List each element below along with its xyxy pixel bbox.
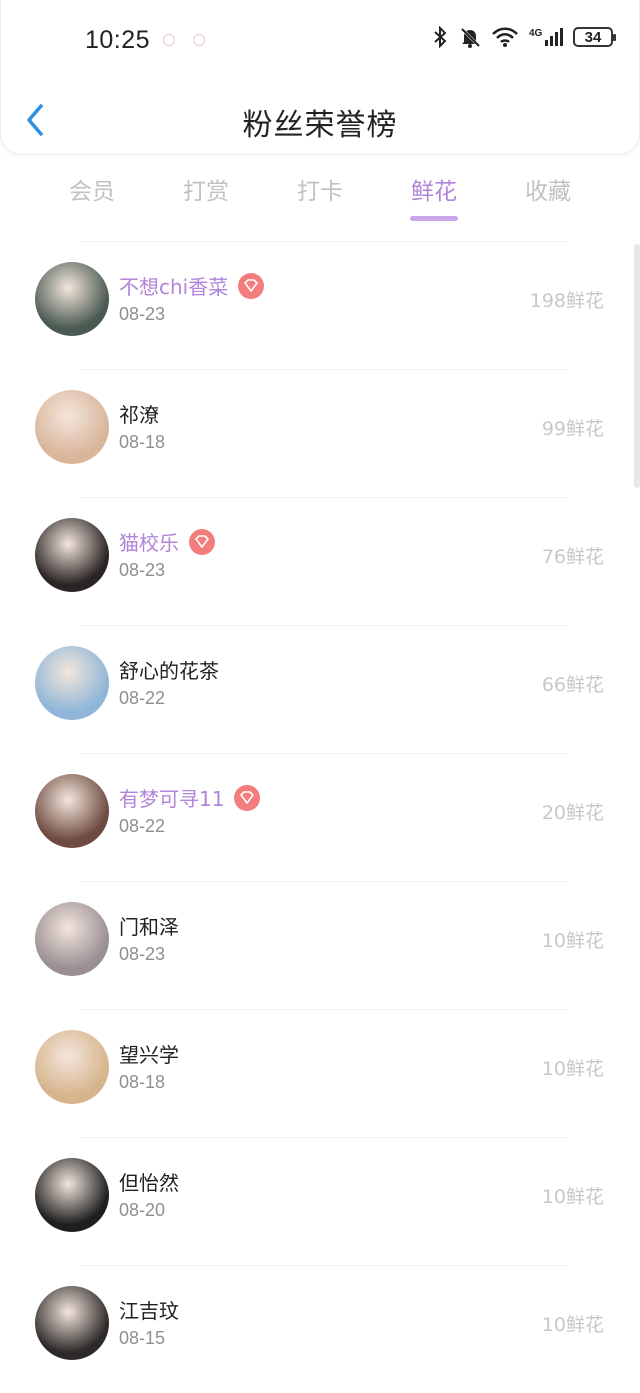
user-name: 江吉玟 [119, 1299, 179, 1323]
flower-count: 99鲜花 [541, 418, 604, 440]
avatar[interactable] [35, 518, 109, 592]
row-divider [80, 241, 568, 242]
list-item[interactable]: 江吉玟 08-15 10鲜花 [0, 1265, 640, 1393]
4g-signal-icon: 4G [529, 28, 563, 46]
row-divider [80, 1009, 568, 1010]
tab-checkin[interactable]: 打卡 [263, 172, 377, 206]
list-item[interactable]: 舒心的花茶 08-22 66鲜花 [0, 625, 640, 753]
user-name: 不想chi香菜 [119, 275, 229, 299]
date: 08-18 [119, 432, 166, 452]
svg-text:4G: 4G [529, 28, 543, 39]
row-divider [80, 1137, 568, 1138]
fan-ranking-list: 不想chi香菜 08-23 198鲜花 祁潦 08-18 99鲜花 猫校乐 08… [0, 241, 640, 1393]
notification-icon [193, 34, 205, 46]
flower-count: 20鲜花 [541, 802, 604, 824]
flower-count: 66鲜花 [541, 674, 604, 696]
battery-icon: 34 [573, 27, 616, 47]
avatar[interactable] [35, 1158, 109, 1232]
flower-count: 10鲜花 [541, 1314, 604, 1336]
avatar[interactable] [35, 646, 109, 720]
bluetooth-icon [434, 26, 447, 48]
tab-flowers-label: 鲜花 [411, 179, 457, 205]
user-name: 门和泽 [119, 915, 179, 939]
page-title: 粉丝荣誉榜 [242, 108, 398, 143]
flower-count: 10鲜花 [541, 930, 604, 952]
avatar[interactable] [35, 1286, 109, 1360]
list-item[interactable]: 不想chi香菜 08-23 198鲜花 [0, 241, 640, 369]
user-name: 猫校乐 [119, 531, 179, 555]
list-item[interactable]: 望兴学 08-18 10鲜花 [0, 1009, 640, 1137]
user-name: 望兴学 [119, 1043, 179, 1067]
row-divider [80, 753, 568, 754]
flower-count: 198鲜花 [529, 290, 604, 312]
avatar[interactable] [35, 1030, 109, 1104]
date: 08-20 [119, 1200, 166, 1220]
app-header: 10:25 4G 34 粉丝荣誉榜 [0, 0, 640, 155]
date: 08-22 [119, 688, 166, 708]
diamond-badge-icon [189, 528, 215, 555]
tab-members[interactable]: 会员 [35, 172, 149, 206]
flower-count: 10鲜花 [541, 1186, 604, 1208]
flower-count: 10鲜花 [541, 1058, 604, 1080]
avatar[interactable] [35, 262, 109, 336]
tab-rewards[interactable]: 打赏 [149, 172, 263, 206]
flower-count: 76鲜花 [541, 546, 604, 568]
scrollbar[interactable] [634, 244, 640, 488]
status-icons: 4G 34 [431, 26, 616, 48]
date: 08-15 [119, 1328, 166, 1348]
row-divider [80, 369, 568, 370]
tab-flowers[interactable]: 鲜花 [377, 172, 491, 221]
list-item[interactable]: 猫校乐 08-23 76鲜花 [0, 497, 640, 625]
user-name: 舒心的花茶 [119, 659, 219, 683]
date: 08-18 [119, 1072, 166, 1092]
avatar[interactable] [35, 902, 109, 976]
user-name: 但怡然 [119, 1171, 179, 1195]
list-item[interactable]: 祁潦 08-18 99鲜花 [0, 369, 640, 497]
avatar[interactable] [35, 774, 109, 848]
row-divider [80, 881, 568, 882]
wifi-icon [492, 27, 518, 47]
diamond-badge-icon [234, 784, 261, 811]
row-divider [80, 1265, 568, 1266]
list-item[interactable]: 门和泽 08-23 10鲜花 [0, 881, 640, 1009]
bell-muted-icon [460, 27, 481, 48]
date: 08-23 [119, 304, 166, 324]
user-name: 祁潦 [119, 403, 159, 427]
date: 08-23 [119, 944, 166, 964]
avatar[interactable] [35, 390, 109, 464]
list-item[interactable]: 有梦可寻11 08-22 20鲜花 [0, 753, 640, 881]
tab-favorites[interactable]: 收藏 [491, 172, 605, 206]
date: 08-23 [119, 560, 166, 580]
date: 08-22 [119, 816, 166, 836]
status-time: 10:25 [85, 26, 151, 54]
row-divider [80, 497, 568, 498]
tab-bar: 会员 打赏 打卡 鲜花 收藏 [0, 172, 640, 222]
row-divider [80, 625, 568, 626]
user-name: 有梦可寻11 [119, 787, 225, 811]
notification-icon [163, 34, 175, 46]
list-item[interactable]: 但怡然 08-20 10鲜花 [0, 1137, 640, 1265]
diamond-badge-icon [238, 272, 265, 299]
active-tab-indicator [410, 216, 458, 221]
